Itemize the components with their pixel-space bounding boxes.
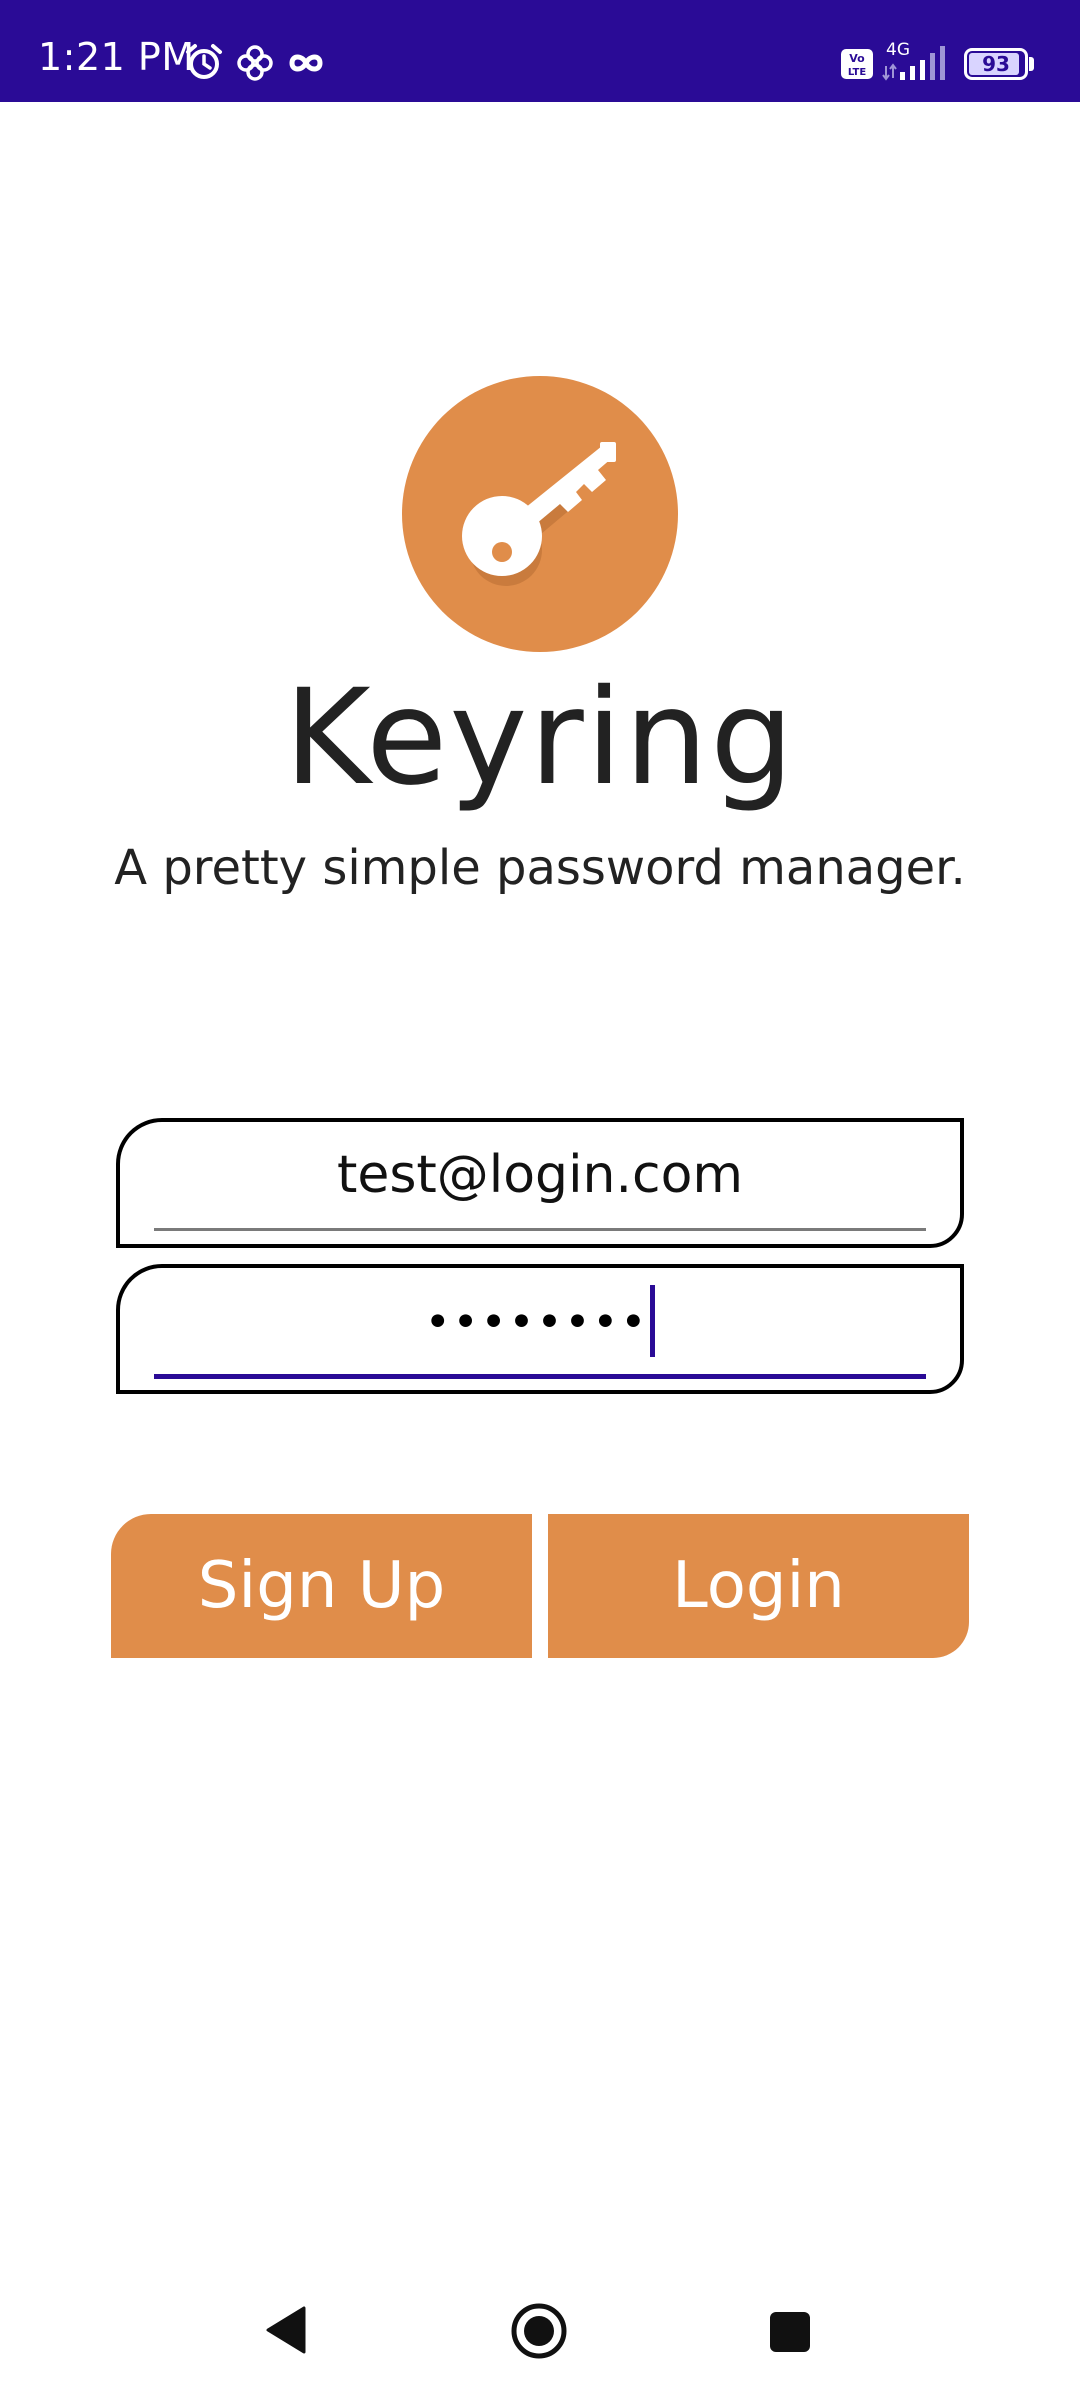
email-field-underline bbox=[154, 1228, 926, 1231]
volte-icon: Vo LTE bbox=[840, 48, 874, 84]
infinity-icon bbox=[288, 50, 324, 80]
battery-icon: 93 bbox=[964, 48, 1028, 80]
password-field-container: •••••••• bbox=[116, 1264, 964, 1394]
text-cursor bbox=[650, 1285, 656, 1357]
key-icon bbox=[462, 442, 616, 586]
network-type: 4G bbox=[886, 40, 910, 60]
battery-level: 93 bbox=[982, 52, 1010, 76]
app-title: Keyring bbox=[284, 661, 796, 815]
login-button[interactable]: Login bbox=[548, 1514, 969, 1658]
home-icon[interactable] bbox=[510, 2302, 568, 2364]
password-value: •••••••• bbox=[424, 1297, 649, 1348]
status-time: 1:21 PM bbox=[38, 35, 195, 79]
battery-tip bbox=[1029, 57, 1034, 71]
app-subtitle: A pretty simple password manager. bbox=[114, 840, 966, 896]
password-field[interactable]: •••••••• bbox=[120, 1285, 960, 1357]
status-bar: 1:21 PM Vo LTE 4G 93 bbox=[0, 0, 1080, 102]
svg-text:LTE: LTE bbox=[848, 67, 867, 78]
pinwheel-icon bbox=[236, 44, 274, 86]
app-logo bbox=[402, 376, 678, 652]
recents-icon[interactable] bbox=[768, 2310, 812, 2358]
alarm-icon bbox=[184, 42, 224, 86]
navigation-bar bbox=[0, 2280, 1080, 2400]
email-field[interactable] bbox=[154, 1144, 926, 1206]
svg-text:Vo: Vo bbox=[849, 52, 865, 65]
sign-up-button[interactable]: Sign Up bbox=[111, 1514, 532, 1658]
back-icon[interactable] bbox=[264, 2304, 308, 2360]
email-field-container bbox=[116, 1118, 964, 1248]
password-field-underline bbox=[154, 1374, 926, 1379]
